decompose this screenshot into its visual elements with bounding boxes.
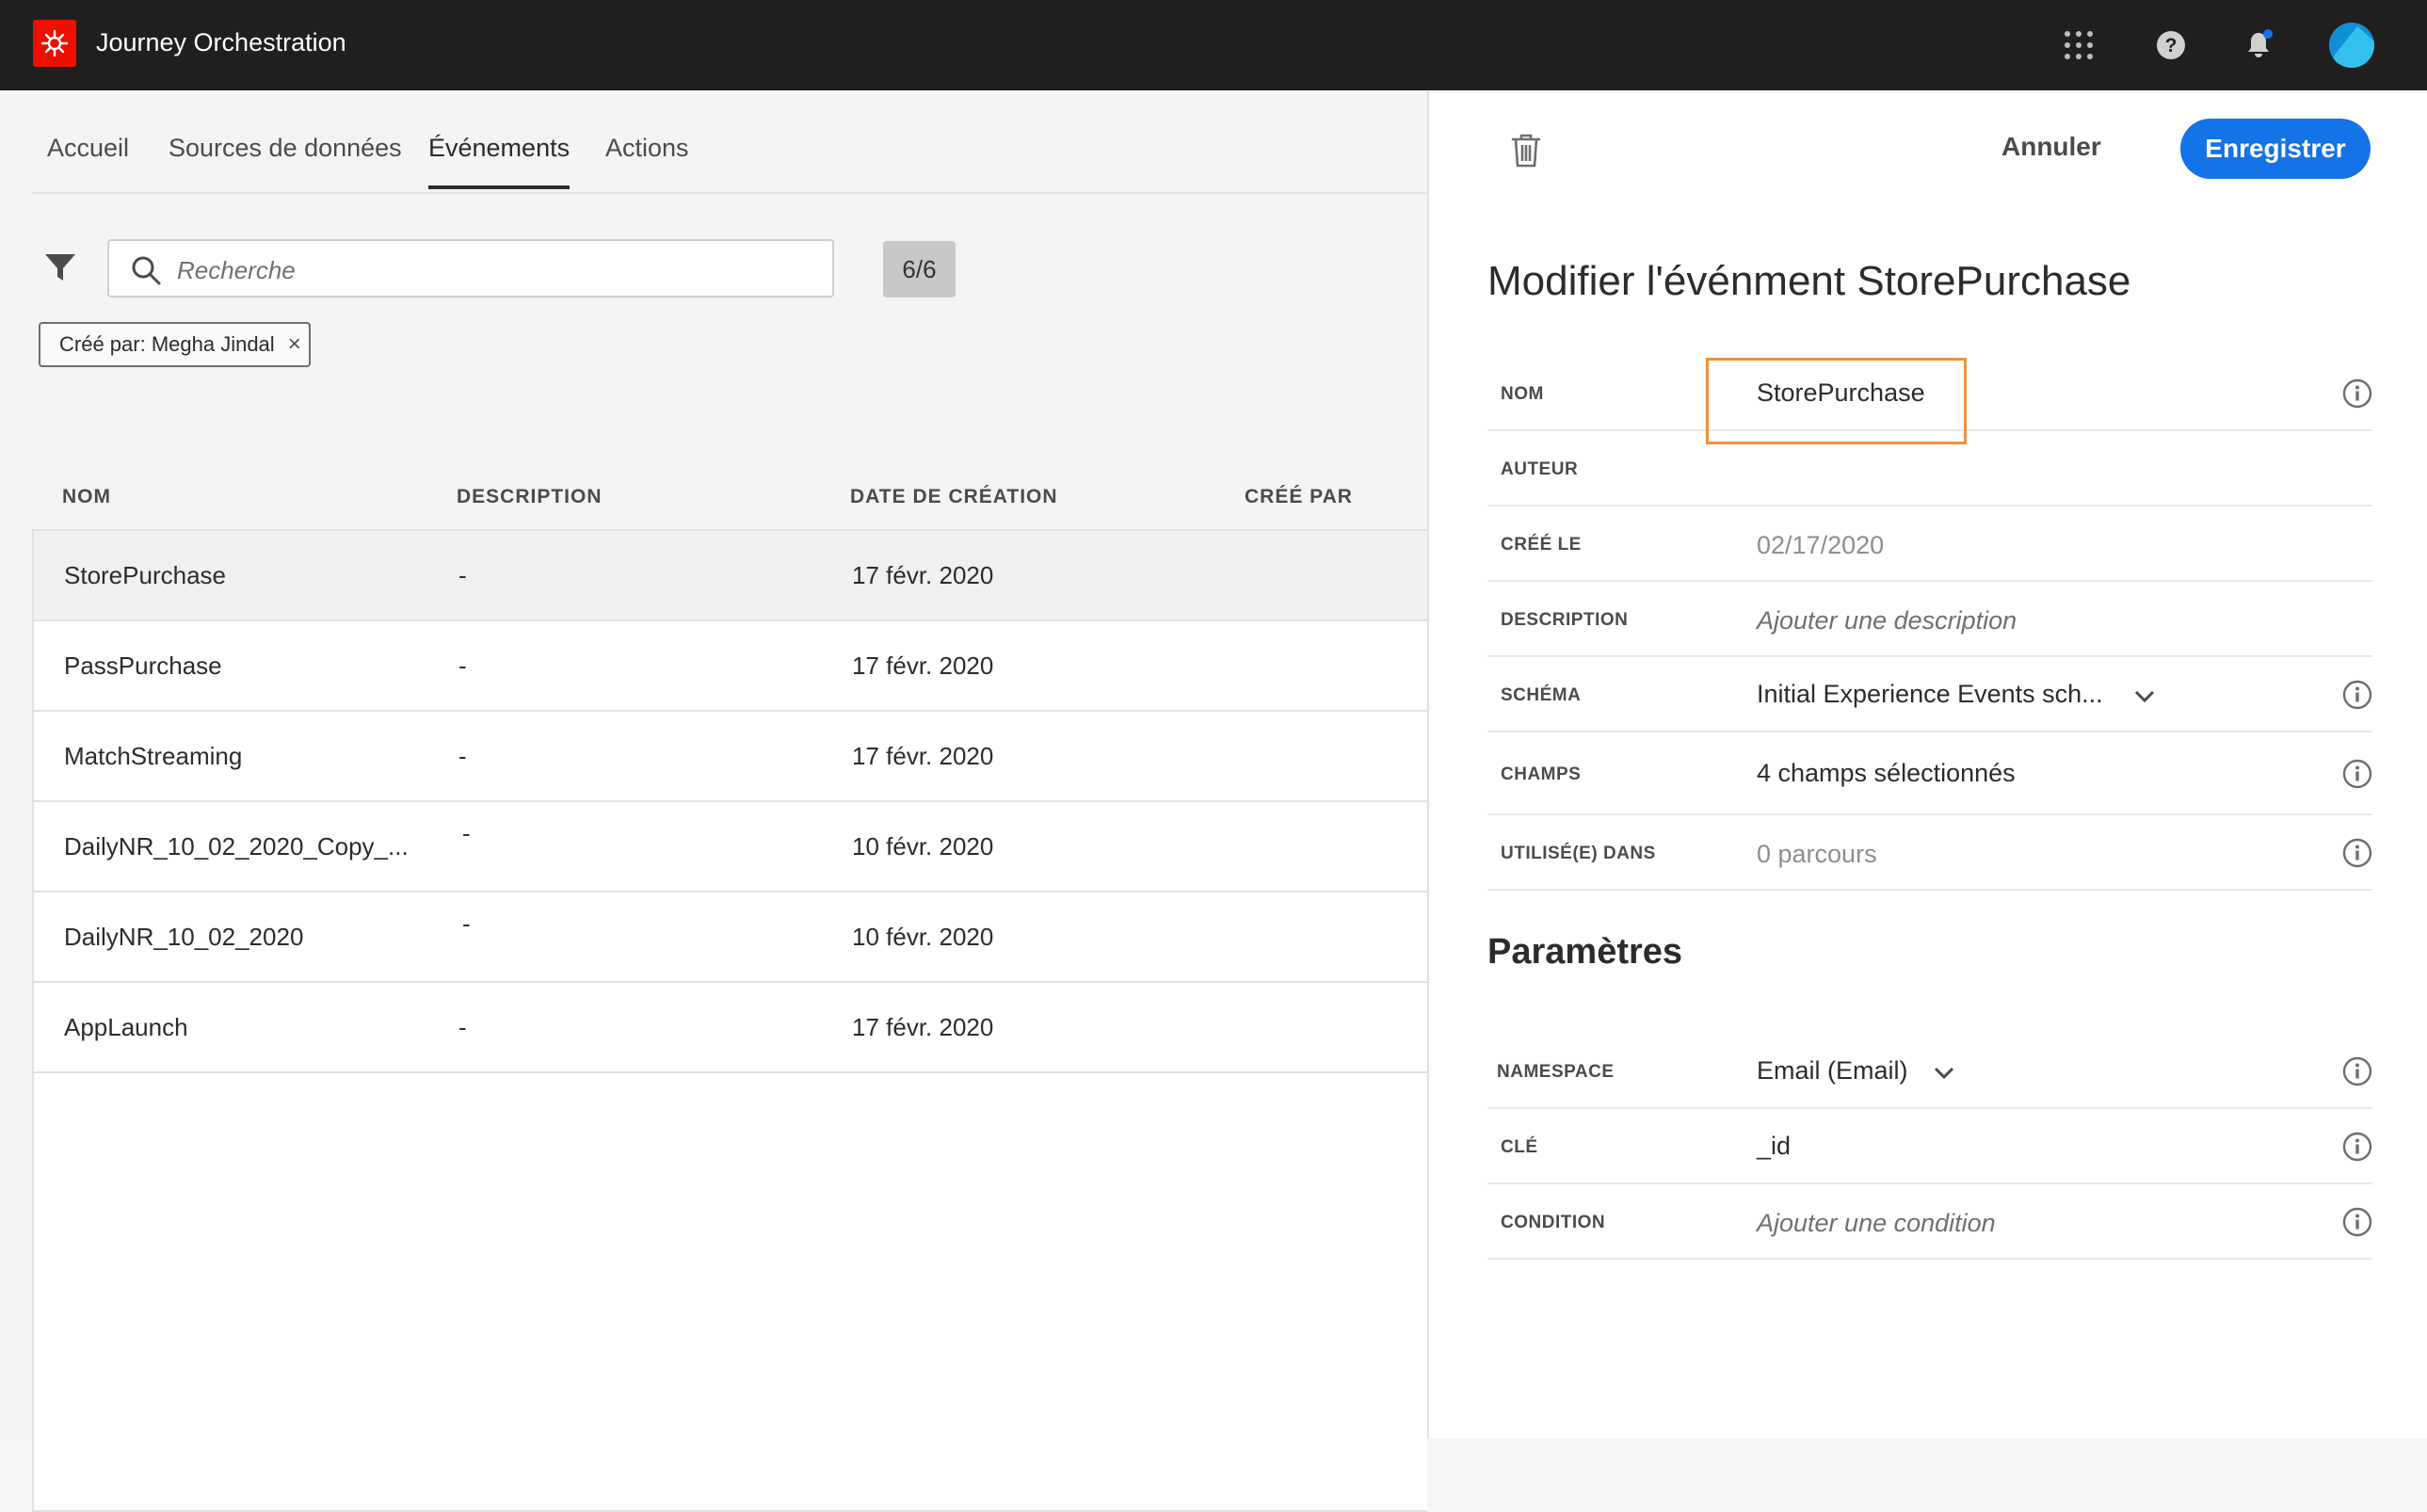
table-row[interactable]: MatchStreaming - 17 févr. 2020 <box>34 712 1427 802</box>
top-bar: Journey Orchestration ? <box>0 0 2427 90</box>
condition-field[interactable]: Ajouter une condition <box>1757 1209 1996 1238</box>
info-icon[interactable] <box>2342 838 2372 868</box>
svg-text:?: ? <box>2165 35 2178 56</box>
field-label: DESCRIPTION <box>1501 610 1629 630</box>
field-row-utilise-dans: UTILISÉ(E) DANS 0 parcours <box>1487 815 2372 891</box>
cell-description: - <box>458 651 467 680</box>
field-label: CONDITION <box>1501 1213 1606 1232</box>
cell-date: 10 févr. 2020 <box>852 923 994 951</box>
info-icon[interactable] <box>2342 759 2372 789</box>
adobe-logo-icon[interactable] <box>33 20 76 67</box>
panel-title: Modifier l'événment StorePurchase <box>1487 258 2131 304</box>
table-row[interactable]: PassPurchase - 17 févr. 2020 <box>34 621 1427 712</box>
cell-name: MatchStreaming <box>64 742 243 770</box>
save-button[interactable]: Enregistrer <box>2180 119 2371 179</box>
cell-name: DailyNR_10_02_2020_Copy_... <box>64 832 409 861</box>
created-date-value: 02/17/2020 <box>1757 531 1885 559</box>
events-list-panel: Accueil Sources de données Événements Ac… <box>0 90 1427 1512</box>
cell-name: DailyNR_10_02_2020 <box>64 923 304 951</box>
key-field[interactable]: _id <box>1757 1132 1791 1161</box>
field-row-champs: CHAMPS 4 champs sélectionnés <box>1487 732 2372 815</box>
info-icon[interactable] <box>2342 1207 2372 1237</box>
help-icon[interactable]: ? <box>2150 24 2192 66</box>
chevron-down-icon[interactable] <box>2134 681 2155 710</box>
cell-date: 10 févr. 2020 <box>852 832 994 861</box>
apps-grid-icon[interactable] <box>2058 24 2099 66</box>
field-label: NAMESPACE <box>1497 1062 1615 1082</box>
tab-accueil[interactable]: Accueil <box>47 134 129 185</box>
field-row-cree-le: CRÉÉ LE 02/17/2020 <box>1487 507 2372 582</box>
cell-name: PassPurchase <box>64 651 222 680</box>
result-count-badge: 6/6 <box>883 241 956 298</box>
info-icon[interactable] <box>2342 378 2372 409</box>
parameters-section-title: Paramètres <box>1487 932 1683 972</box>
field-row-auteur: AUTEUR <box>1487 431 2372 507</box>
column-header-nom[interactable]: NOM <box>62 486 111 508</box>
cell-description: - <box>462 819 471 847</box>
table-row[interactable]: StorePurchase - 17 févr. 2020 <box>34 531 1427 621</box>
tab-bar: Accueil Sources de données Événements Ac… <box>32 90 1427 194</box>
field-label: CLÉ <box>1501 1137 1538 1157</box>
tab-sources-de-donnees[interactable]: Sources de données <box>169 134 402 185</box>
chevron-down-icon[interactable] <box>1934 1057 1954 1086</box>
cell-name: StorePurchase <box>64 561 226 589</box>
field-row-schema: SCHÉMA Initial Experience Events sch... <box>1487 657 2372 732</box>
search-input[interactable]: Recherche <box>107 239 834 298</box>
field-row-condition: CONDITION Ajouter une condition <box>1487 1184 2372 1260</box>
field-row-description: DESCRIPTION Ajouter une description <box>1487 582 2372 657</box>
table-row[interactable]: DailyNR_10_02_2020 - 10 févr. 2020 <box>34 893 1427 983</box>
cell-description: - <box>458 1013 467 1041</box>
cell-date: 17 févr. 2020 <box>852 561 994 589</box>
filter-chip-close-icon[interactable]: × <box>288 331 301 358</box>
schema-select[interactable]: Initial Experience Events sch... <box>1757 680 2155 710</box>
filter-chip: Créé par: Megha Jindal × <box>39 322 311 367</box>
cell-description: - <box>458 561 467 589</box>
tab-evenements[interactable]: Événements <box>428 134 571 189</box>
fields-selector[interactable]: 4 champs sélectionnés <box>1757 759 2016 788</box>
column-header-date[interactable]: DATE DE CRÉATION <box>850 486 1058 508</box>
cell-date: 17 févr. 2020 <box>852 651 994 680</box>
tab-actions[interactable]: Actions <box>605 134 689 185</box>
events-table: StorePurchase - 17 févr. 2020 PassPurcha… <box>32 529 1427 1512</box>
field-label: NOM <box>1501 384 1544 404</box>
column-header-description[interactable]: DESCRIPTION <box>457 486 603 508</box>
description-field[interactable]: Ajouter une description <box>1757 606 2017 635</box>
column-header-cree-par[interactable]: CRÉÉ PAR <box>1245 486 1353 508</box>
field-label: SCHÉMA <box>1501 685 1582 705</box>
namespace-select[interactable]: Email (Email) <box>1757 1056 1954 1086</box>
cell-date: 17 févr. 2020 <box>852 1013 994 1041</box>
journeys-count-value: 0 parcours <box>1757 840 1877 868</box>
schema-select-value: Initial Experience Events sch... <box>1757 680 2103 708</box>
table-row[interactable]: DailyNR_10_02_2020_Copy_... - 10 févr. 2… <box>34 802 1427 893</box>
cell-name: AppLaunch <box>64 1013 188 1041</box>
field-row-cle: CLÉ _id <box>1487 1109 2372 1184</box>
field-row-namespace: NAMESPACE Email (Email) <box>1487 1034 2372 1109</box>
cell-description: - <box>458 742 467 770</box>
info-icon[interactable] <box>2342 1132 2372 1162</box>
filter-chip-label: Créé par: Megha Jindal <box>59 332 275 356</box>
filter-icon[interactable] <box>43 250 79 286</box>
edit-event-panel: Annuler Enregistrer Modifier l'événment … <box>1427 90 2427 1439</box>
avatar[interactable] <box>2329 23 2374 68</box>
field-label: AUTEUR <box>1501 459 1579 479</box>
namespace-select-value: Email (Email) <box>1757 1056 1908 1085</box>
trash-icon[interactable] <box>1510 132 1544 169</box>
cell-description: - <box>462 909 471 938</box>
search-placeholder: Recherche <box>177 256 296 284</box>
field-label: CHAMPS <box>1501 764 1582 784</box>
cell-date: 17 févr. 2020 <box>852 742 994 770</box>
cancel-button[interactable]: Annuler <box>2001 132 2101 162</box>
field-label: CRÉÉ LE <box>1501 535 1582 555</box>
bell-icon[interactable] <box>2238 24 2279 66</box>
field-label: UTILISÉ(E) DANS <box>1501 844 1656 863</box>
table-row[interactable]: AppLaunch - 17 févr. 2020 <box>34 983 1427 1073</box>
search-icon <box>130 254 162 286</box>
app-title[interactable]: Journey Orchestration <box>96 28 346 57</box>
info-icon[interactable] <box>2342 680 2372 710</box>
info-icon[interactable] <box>2342 1056 2372 1086</box>
